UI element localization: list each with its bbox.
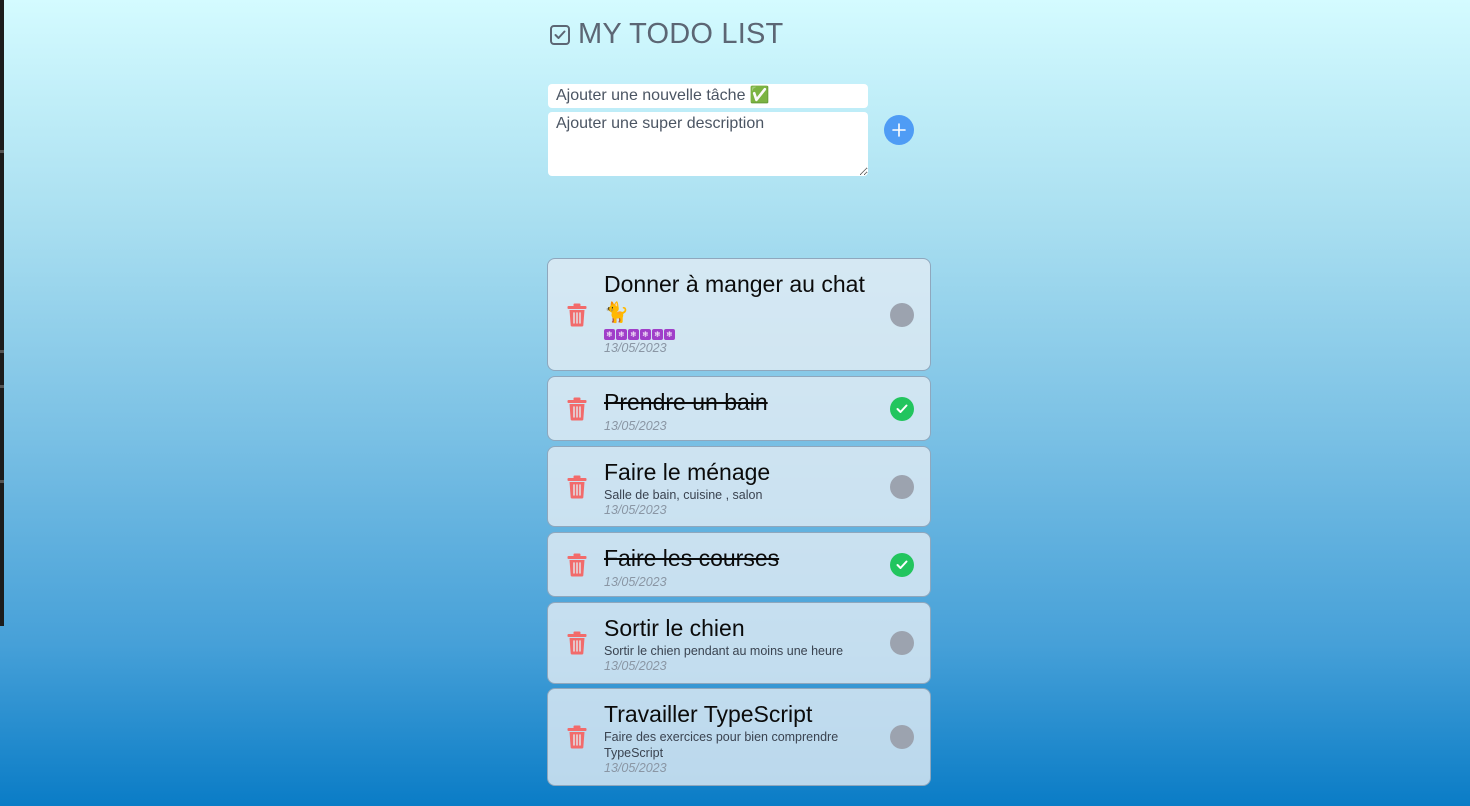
toggle-complete-button[interactable] [890, 397, 914, 421]
todo-item: Donner à manger au chat 🐈 ❄ ❄ ❄ ❄ ❄ ❄ 13/05/2… [547, 258, 931, 371]
todo-item: Prendre un bain 13/05/2023 [547, 376, 931, 441]
todo-content: Donner à manger au chat 🐈 ❄ ❄ ❄ ❄ ❄ ❄ 13/05/2… [604, 269, 874, 356]
new-task-description-input[interactable] [548, 112, 868, 176]
todo-date: 13/05/2023 [604, 659, 667, 673]
todo-content: Sortir le chien Sortir le chien pendant … [604, 613, 874, 674]
toggle-complete-button[interactable] [890, 303, 914, 327]
toggle-complete-button[interactable] [890, 725, 914, 749]
todo-item: Sortir le chien Sortir le chien pendant … [547, 602, 931, 684]
todo-item: Faire le ménage Salle de bain, cuisine ,… [547, 446, 931, 527]
todo-date: 13/05/2023 [604, 341, 667, 355]
snowflake-badges: ❄ ❄ ❄ ❄ ❄ ❄ [604, 329, 874, 341]
toggle-complete-button[interactable] [890, 631, 914, 655]
plus-icon [892, 123, 906, 137]
delete-task-button[interactable] [567, 475, 587, 499]
delete-task-button[interactable] [567, 397, 587, 421]
todo-description: Sortir le chien pendant au moins une heu… [604, 644, 844, 658]
toggle-complete-button[interactable] [890, 475, 914, 499]
trash-icon [567, 553, 587, 577]
todo-title: Sortir le chien [604, 615, 745, 641]
todo-item: Faire les courses 13/05/2023 [547, 532, 931, 597]
todo-date: 13/05/2023 [604, 575, 667, 589]
delete-task-button[interactable] [567, 553, 587, 577]
trash-icon [567, 303, 587, 327]
trash-icon [567, 475, 587, 499]
add-task-button[interactable] [884, 115, 914, 145]
todo-date: 13/05/2023 [604, 503, 667, 517]
todo-date: 13/05/2023 [604, 761, 667, 775]
todo-content: Faire le ménage Salle de bain, cuisine ,… [604, 457, 874, 518]
todo-title: Travailler TypeScript [604, 701, 813, 727]
todo-title: Donner à manger au chat [604, 271, 865, 297]
todo-content: Faire les courses 13/05/2023 [604, 543, 874, 590]
app-title: MY TODO LIST [578, 18, 784, 50]
todo-description-continued: TypeScript [604, 746, 664, 760]
todo-description: Faire des exercices pour bien comprendre [604, 730, 839, 744]
delete-task-button[interactable] [567, 303, 587, 327]
todo-content: Travailler TypeScript Faire des exercice… [604, 699, 874, 776]
delete-task-button[interactable] [567, 725, 587, 749]
todo-title: Faire le ménage [604, 459, 771, 485]
todo-date: 13/05/2023 [604, 419, 667, 433]
todo-description: Salle de bain, cuisine , salon [604, 488, 763, 502]
todo-content: Prendre un bain 13/05/2023 [604, 387, 874, 434]
todo-title: Faire les courses [604, 545, 780, 571]
delete-task-button[interactable] [567, 631, 587, 655]
checkbox-icon [550, 24, 570, 45]
check-icon [896, 404, 908, 413]
new-task-input[interactable] [548, 84, 868, 108]
check-icon [896, 560, 908, 569]
window-edge [0, 0, 4, 626]
trash-icon [567, 397, 587, 421]
todo-title: Prendre un bain [604, 389, 768, 415]
trash-icon [567, 631, 587, 655]
app-header: MY TODO LIST [550, 18, 783, 51]
toggle-complete-button[interactable] [890, 553, 914, 577]
todo-item: Travailler TypeScript Faire des exercice… [547, 688, 931, 786]
trash-icon [567, 725, 587, 749]
todo-title-emoji: 🐈 [604, 302, 629, 324]
